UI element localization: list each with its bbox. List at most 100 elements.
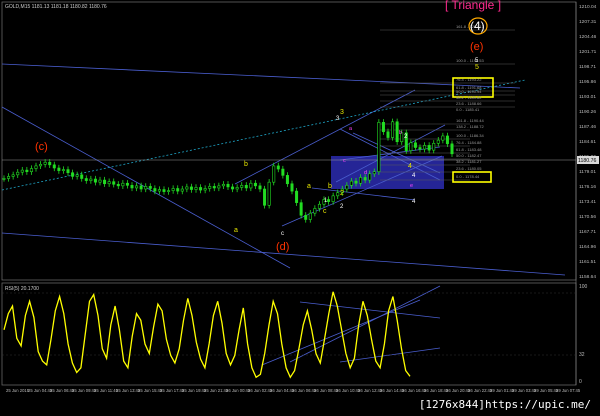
candle-body	[359, 177, 363, 184]
x-tick-label: 25 Jun 2015	[6, 388, 30, 393]
candle-body	[258, 185, 262, 190]
y-tick-label: 1158.64	[579, 274, 596, 280]
candle-body	[372, 171, 376, 175]
fib-label: 100.0 - 1196.53	[456, 58, 485, 63]
candle-body	[395, 121, 399, 143]
candle-body	[2, 178, 6, 180]
y-tick-label: 1204.46	[579, 34, 597, 40]
wave-label-yellow: 5	[475, 64, 479, 71]
candle-body	[125, 182, 129, 186]
y-tick-label: 1184.61	[579, 139, 596, 145]
candle-body	[377, 121, 381, 172]
rsi-tick-32: 32	[579, 352, 585, 358]
candle-body	[418, 147, 422, 150]
candle-body	[354, 180, 358, 184]
candle-body	[450, 143, 454, 155]
y-tick-label: 1179.01	[579, 169, 596, 175]
candle-body	[217, 185, 221, 189]
watermark: [1276x844]https://upic.me/	[415, 397, 594, 412]
wave-title: (4)	[470, 19, 485, 33]
candle-body	[413, 142, 417, 148]
candle-body	[162, 189, 166, 192]
fib-label: 23.6 - 1180.05	[456, 166, 482, 171]
wave-label-yellow: a	[234, 227, 238, 234]
candle-body	[135, 185, 139, 189]
candle-body	[445, 135, 449, 145]
candle-body	[16, 171, 20, 176]
y-tick-label: 1210.04	[579, 4, 597, 10]
candle-body	[144, 186, 148, 190]
candle-body	[130, 185, 134, 189]
candle-body	[363, 177, 367, 181]
candle-body	[121, 182, 125, 187]
candle-body	[71, 172, 75, 177]
candle-body	[148, 186, 152, 189]
candle-body	[11, 174, 15, 177]
candle-body	[66, 169, 70, 174]
candle-body	[153, 188, 157, 192]
candle-body	[381, 121, 385, 133]
fib-label: 161.8 - 1190.44	[456, 118, 485, 123]
candle-body	[52, 164, 56, 169]
wave-label-yellow: 3	[340, 109, 344, 116]
candle-body	[20, 169, 24, 173]
fib-label: 61.8 - 1183.48	[456, 147, 482, 152]
candle-body	[43, 161, 47, 165]
rsi-tick-100: 100	[579, 284, 588, 290]
y-tick-label: 1195.86	[579, 79, 596, 85]
candle-body	[157, 189, 161, 192]
candle-body	[240, 185, 244, 188]
y-tick-label: 1190.26	[579, 109, 596, 115]
wave-label-yellow: 2	[340, 190, 344, 197]
fib-label: 38.2 - 1181.27	[456, 159, 482, 164]
candle-body	[276, 165, 280, 170]
rsi-tick-0: 0	[579, 379, 582, 385]
candle-body	[299, 202, 303, 216]
candle-body	[75, 174, 79, 177]
highlight-box	[331, 156, 444, 189]
candle-body	[180, 188, 184, 192]
candle-body	[208, 186, 212, 189]
candle-body	[281, 168, 285, 176]
fib-label: 76.4 - 1184.88	[456, 140, 482, 145]
candle-body	[226, 183, 230, 188]
y-tick-label: 1173.41	[579, 199, 596, 205]
fib-label: 23.6 - 1188.66	[456, 101, 482, 106]
candle-body	[409, 142, 413, 151]
fib-label: 76.4 - 1193.22	[456, 77, 482, 82]
wave-label-yellow: c	[323, 208, 327, 215]
candle-body	[244, 185, 248, 189]
candle-body	[290, 183, 294, 192]
candle-body	[48, 161, 52, 166]
candle-body	[194, 187, 198, 190]
candle-body	[386, 131, 390, 138]
candle-body	[263, 188, 267, 206]
candle-body	[235, 187, 239, 190]
wave-label-magenta: c	[343, 158, 346, 164]
y-tick-label: 1207.31	[579, 19, 597, 25]
y-tick-label: 1167.71	[579, 229, 596, 235]
triangle-label: [ Triangle ]	[445, 0, 501, 12]
time-axis: 25 Jun 201525 Jun 04:4525 Jun 06:4525 Ju…	[6, 388, 581, 393]
candle-body	[317, 203, 321, 209]
candle-body	[432, 143, 436, 151]
chart-canvas[interactable]: 1210.04 1207.31 1204.46 1201.71 1198.71 1195.…	[0, 0, 600, 416]
candle-body	[249, 182, 253, 189]
candle-body	[345, 185, 349, 190]
candle-body	[57, 167, 61, 171]
candle-body	[212, 186, 216, 189]
candle-body	[267, 181, 271, 206]
x-tick-label: 29 Jun 07:45	[556, 388, 581, 393]
candle-body	[98, 179, 102, 183]
fib-label: 50.0 - 1190.94	[456, 89, 482, 94]
y-tick-label: 1176.16	[579, 184, 596, 190]
wave-label-yellow: 4	[408, 163, 412, 170]
fib-label: 100.0 - 1186.34	[456, 133, 485, 138]
y-tick-label: 1187.46	[579, 124, 596, 130]
wave-label-yellow: a	[307, 183, 311, 190]
wave-label-white: c	[281, 231, 284, 237]
candle-body	[89, 178, 93, 181]
y-tick-label: 1161.51	[579, 259, 596, 265]
wave-label-yellow: b	[244, 161, 248, 168]
x-tick-label: 25 Jun 11:45	[94, 388, 119, 393]
